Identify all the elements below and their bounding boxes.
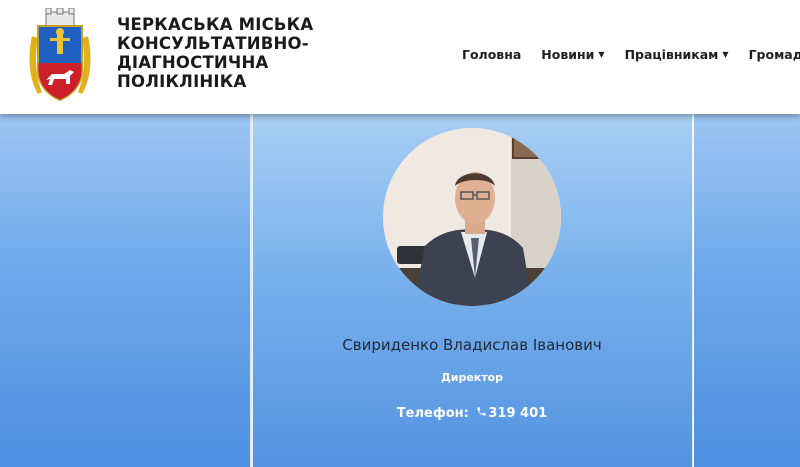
staff-photo: [383, 128, 561, 306]
main-navigation: Головна Новини ▼ Працівникам ▼ Громада: [462, 47, 800, 62]
side-panel-right: [694, 114, 800, 467]
phone-icon: [476, 406, 487, 421]
org-name-line: ЧЕРКАСЬКА МІСЬКА: [117, 15, 314, 34]
caret-down-icon: ▼: [722, 50, 729, 59]
nav-item-label: Головна: [462, 47, 522, 62]
nav-item-label: Громада: [748, 47, 800, 62]
nav-item-news[interactable]: Новини ▼: [541, 47, 604, 62]
nav-item-employees[interactable]: Працівникам ▼: [625, 47, 729, 62]
nav-item-community[interactable]: Громада: [749, 47, 800, 62]
nav-item-label: Новини: [541, 47, 595, 62]
side-panel-left: [0, 114, 250, 467]
phone-link[interactable]: 319 401: [473, 406, 547, 421]
staff-role: Директор: [440, 371, 504, 384]
caret-down-icon: ▼: [598, 50, 605, 59]
site-header: ЧЕРКАСЬКА МІСЬКА КОНСУЛЬТАТИВНО- ДІАГНОС…: [0, 0, 800, 114]
card-divider: [692, 114, 694, 467]
org-name-line: ДІАГНОСТИЧНА: [117, 53, 269, 72]
organization-name[interactable]: ЧЕРКАСЬКА МІСЬКА КОНСУЛЬТАТИВНО- ДІАГНОС…: [117, 15, 313, 91]
city-coat-of-arms-icon[interactable]: [26, 7, 94, 104]
phone-number: 319 401: [488, 406, 548, 421]
nav-item-home[interactable]: Головна: [462, 47, 521, 62]
org-name-line: КОНСУЛЬТАТИВНО-: [117, 34, 309, 53]
nav-item-label: Працівникам: [624, 47, 719, 62]
org-name-line: ПОЛІКЛІНІКА: [117, 72, 247, 91]
staff-phone: Телефон: 319 401: [252, 406, 692, 421]
phone-label: Телефон:: [396, 406, 469, 421]
staff-name: Свириденко Владислав Іванович: [342, 336, 602, 354]
